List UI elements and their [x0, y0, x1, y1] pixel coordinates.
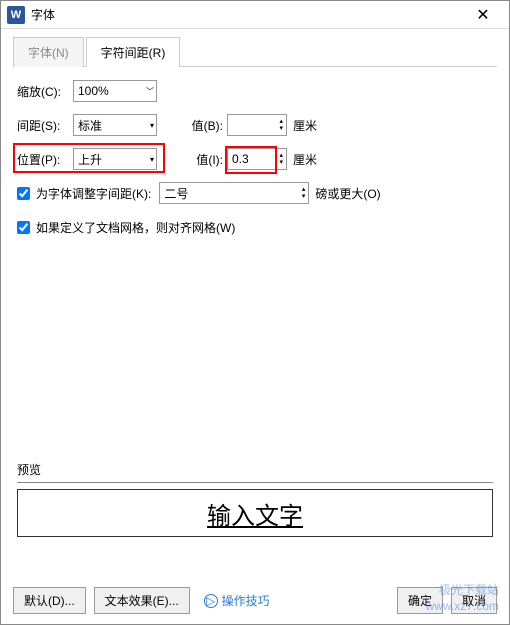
kerning-checkbox[interactable]: 为字体调整字间距(K): [17, 185, 151, 202]
text-effects-button[interactable]: 文本效果(E)... [94, 587, 190, 614]
spacing-val-label: 值(B): [177, 117, 223, 134]
grid-label: 如果定义了文档网格，则对齐网格(W) [36, 219, 235, 236]
kerning-size-spinner[interactable]: 二号 ▴▾ [159, 182, 309, 204]
tab-spacing[interactable]: 字符间距(R) [86, 37, 181, 67]
spinner-arrows-icon[interactable]: ▴▾ [279, 118, 283, 132]
default-button[interactable]: 默认(D)... [13, 587, 86, 614]
preview-text: 输入文字 [207, 496, 303, 531]
grid-checkbox[interactable]: 如果定义了文档网格，则对齐网格(W) [17, 219, 235, 236]
kerning-unit: 磅或更大(O) [315, 185, 380, 202]
spacing-unit: 厘米 [293, 117, 317, 134]
position-unit: 厘米 [293, 151, 317, 168]
spacing-val-spinner[interactable]: ▴▾ [227, 114, 287, 136]
preview-box: 输入文字 [17, 489, 493, 537]
app-icon: W [7, 6, 25, 24]
position-label: 位置(P): [17, 151, 73, 168]
position-val-label: 值(I): [177, 151, 223, 168]
kerning-label: 为字体调整字间距(K): [36, 185, 151, 202]
play-icon: ▷ [204, 594, 218, 608]
close-icon[interactable]: ✕ [463, 5, 503, 25]
spacing-combo[interactable]: 标准 ▾ [73, 114, 157, 136]
caret-down-icon: ▾ [150, 155, 154, 164]
scale-value: 100% [78, 84, 109, 98]
scale-label: 缩放(C): [17, 83, 73, 100]
position-value: 上升 [78, 151, 102, 168]
kerning-size: 二号 [164, 185, 188, 202]
spacing-value: 标准 [78, 117, 102, 134]
ok-button[interactable]: 确定 [397, 587, 443, 614]
spinner-arrows-icon[interactable]: ▴▾ [302, 186, 306, 200]
grid-check-input[interactable] [17, 221, 30, 234]
cancel-button[interactable]: 取消 [451, 587, 497, 614]
spacing-label: 间距(S): [17, 117, 73, 134]
position-combo[interactable]: 上升 ▾ [73, 148, 157, 170]
scale-combo[interactable]: 100% ﹀ [73, 80, 157, 102]
position-val: 0.3 [232, 152, 249, 166]
caret-down-icon: ▾ [150, 121, 154, 130]
tips-label: 操作技巧 [222, 592, 270, 609]
window-title: 字体 [31, 6, 463, 23]
tips-link[interactable]: ▷ 操作技巧 [204, 592, 270, 609]
kerning-check-input[interactable] [17, 187, 30, 200]
spinner-arrows-icon[interactable]: ▴▾ [279, 152, 283, 166]
position-val-spinner[interactable]: 0.3 ▴▾ [227, 148, 287, 170]
preview-header: 预览 [17, 461, 493, 483]
chevron-down-icon: ﹀ [146, 86, 154, 97]
tab-font[interactable]: 字体(N) [13, 37, 84, 67]
